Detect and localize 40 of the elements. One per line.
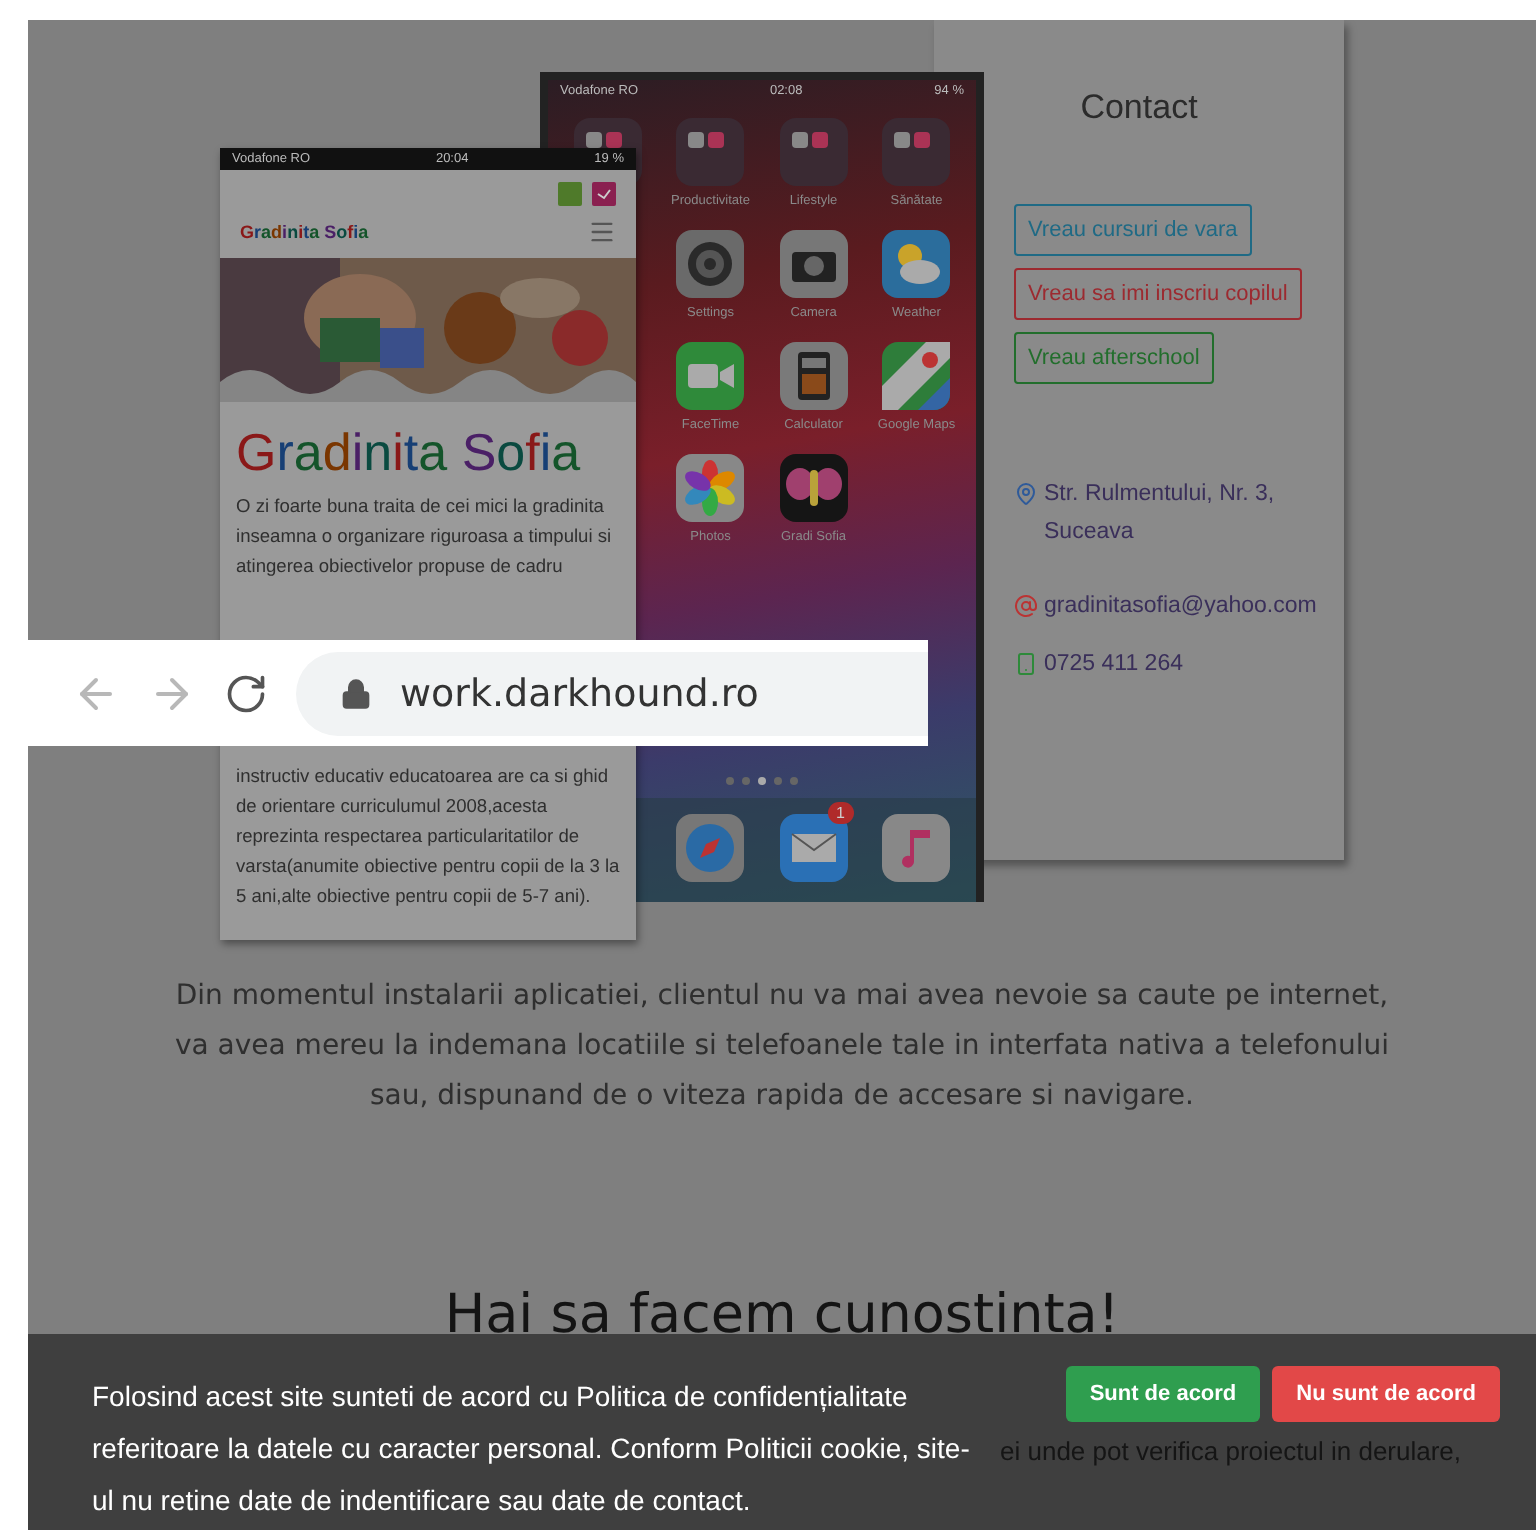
folder-icon[interactable] bbox=[676, 118, 745, 186]
contact-option-button[interactable]: Vreau sa imi inscriu copilul bbox=[1014, 268, 1302, 320]
decline-button[interactable]: Nu sunt de acord bbox=[1272, 1366, 1500, 1422]
music-note-icon[interactable] bbox=[882, 814, 951, 882]
smartphone-icon bbox=[1014, 652, 1038, 676]
contact-info-text: gradinitasofia@yahoo.com bbox=[1044, 592, 1317, 622]
butterfly-icon[interactable] bbox=[779, 454, 848, 522]
accept-button[interactable]: Sunt de acord bbox=[1065, 1366, 1261, 1422]
notification-badge: 1 bbox=[828, 802, 853, 824]
lock-icon bbox=[340, 677, 372, 709]
contact-option-button[interactable]: Vreau cursuri de vara bbox=[1014, 204, 1252, 256]
folder-icon[interactable] bbox=[882, 118, 951, 186]
flower-icon[interactable] bbox=[676, 454, 745, 522]
contact-title: Contact bbox=[1080, 88, 1198, 128]
compass-icon[interactable] bbox=[676, 814, 745, 882]
video-camera-icon[interactable] bbox=[676, 342, 745, 410]
calculator-icon[interactable] bbox=[779, 342, 848, 410]
cloud-sun-icon[interactable] bbox=[882, 230, 951, 298]
map-pin-icon bbox=[1014, 482, 1038, 506]
page-dots-icon bbox=[722, 776, 802, 786]
intro-paragraph: instructiv educativ educatoarea are ca si ghid de orientare curriculumul 2008,acesta reprezinta respectarea particularitatilor de varsta(anumite obiective pentru copii de la 3 la 5 ani,alte obiective pentru copii de 5-7 ani). bbox=[234, 764, 622, 910]
cookie-text: Folosind acest site sunteti de acord cu Politica de confidențialitate referitoare la datele cu caracter personal. Conform Politicii cookie, site-ul nu retine date de indentificare sau date de contact. bbox=[92, 1378, 972, 1520]
at-sign-icon bbox=[1014, 594, 1038, 618]
site-title: Gradinita Sofia bbox=[234, 420, 583, 486]
site-logo[interactable]: Gradinita Sofia bbox=[240, 222, 369, 242]
intro-paragraph: Din momentul instalarii aplicatiei, clientul nu va mai avea nevoie sa caute pe internet, va avea mereu la indemana locatiile si telefoanele tale in interfata nativa a telefonului sau, dispunand de o viteza rapida de accesare si navigare. bbox=[172, 978, 1392, 1116]
intro-paragraph: O zi foarte buna traita de cei mici la gradinita inseamna o organizare riguroasa a timpului si atingerea obiectivelor propuse de cadru bbox=[234, 494, 614, 580]
gear-icon[interactable] bbox=[676, 230, 745, 298]
menu-icon[interactable] bbox=[588, 218, 616, 246]
camera-icon[interactable] bbox=[779, 230, 848, 298]
section-heading: Hai sa facem cunostinta! bbox=[442, 1282, 1122, 1350]
mail-icon[interactable] bbox=[779, 814, 848, 882]
contact-option-button[interactable]: Vreau afterschool bbox=[1014, 332, 1214, 384]
url-field[interactable]: work.darkhound.ro bbox=[296, 651, 928, 735]
bird-icon[interactable] bbox=[592, 182, 616, 206]
folder-icon[interactable] bbox=[779, 118, 848, 186]
contact-info-text: Str. Rulmentului, Nr. 3, Suceava bbox=[1044, 480, 1277, 548]
map-icon[interactable] bbox=[882, 342, 951, 410]
contact-info-text: 0725 411 264 bbox=[1044, 650, 1183, 680]
reload-icon[interactable] bbox=[224, 671, 268, 715]
